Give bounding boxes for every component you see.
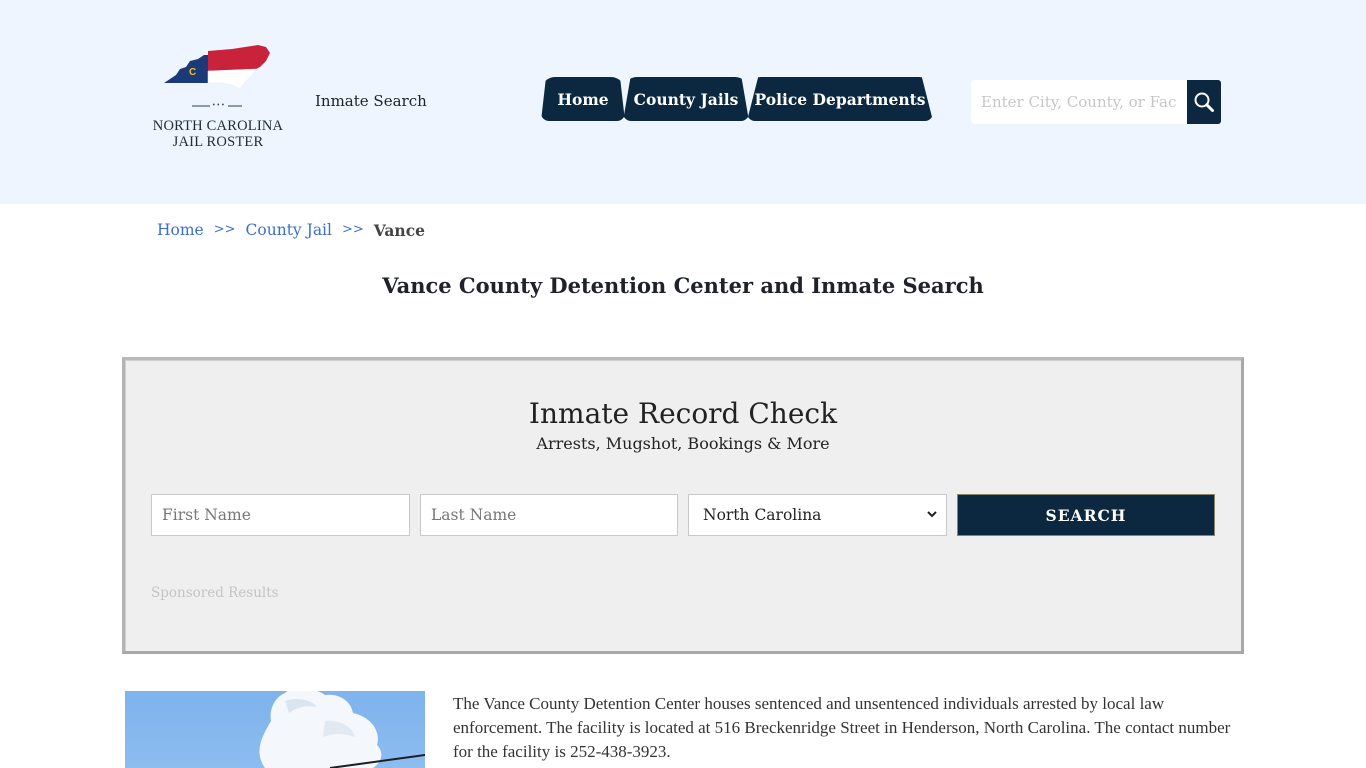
breadcrumb: Home >> County Jail >> Vance	[157, 221, 425, 240]
breadcrumb-county-jail[interactable]: County Jail	[246, 221, 332, 240]
state-select[interactable]: North Carolina	[688, 494, 947, 536]
inmate-record-check-panel: Inmate Record Check Arrests, Mugshot, Bo…	[122, 357, 1244, 654]
facility-description: The Vance County Detention Center houses…	[453, 694, 1231, 761]
sky-clouds-image	[259, 691, 425, 768]
logo-line-2: JAIL ROSTER	[172, 134, 264, 150]
nav-tab-county-jails[interactable]: County Jails	[623, 77, 749, 121]
site-search	[971, 80, 1221, 124]
first-name-input[interactable]	[151, 494, 410, 536]
last-name-input[interactable]	[420, 494, 678, 536]
site-search-input[interactable]	[971, 80, 1187, 124]
logo-line-1: NORTH CAROLINA	[152, 118, 284, 134]
nc-flag-map-icon: C	[164, 45, 270, 90]
site-logo[interactable]: C ••• NORTH CAROLINA JAIL ROSTER	[148, 45, 288, 155]
breadcrumb-home[interactable]: Home	[157, 221, 204, 240]
logo-text: NORTH CAROLINA JAIL ROSTER	[148, 118, 288, 150]
main-nav: Home County Jails Police Departments	[541, 77, 933, 121]
logo-dots: •••	[210, 102, 228, 109]
site-search-button[interactable]	[1187, 80, 1221, 124]
record-check-title: Inmate Record Check	[528, 397, 838, 430]
sponsored-results-label: Sponsored Results	[151, 585, 279, 601]
nav-tab-police-departments[interactable]: Police Departments	[747, 77, 933, 121]
site-header: C ••• NORTH CAROLINA JAIL ROSTER Inmate …	[0, 0, 1366, 204]
inmate-search-link[interactable]: Inmate Search	[315, 92, 427, 110]
search-icon	[1194, 92, 1214, 112]
nav-tab-home[interactable]: Home	[541, 77, 625, 121]
svg-text:C: C	[189, 67, 196, 78]
breadcrumb-current: Vance	[373, 221, 425, 240]
breadcrumb-separator: >>	[341, 222, 364, 237]
record-search-button[interactable]: SEARCH	[957, 494, 1215, 536]
record-check-subtitle: Arrests, Mugshot, Bookings & More	[536, 434, 830, 453]
breadcrumb-separator: >>	[213, 222, 236, 237]
page-title: Vance County Detention Center and Inmate…	[382, 273, 984, 298]
facility-photo	[125, 691, 425, 768]
